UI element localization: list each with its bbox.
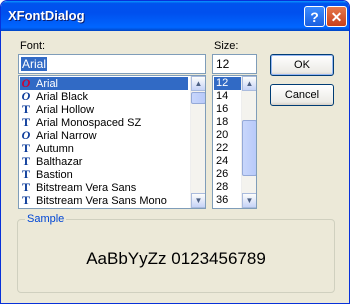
- font-list-item-label: Arial: [36, 78, 59, 90]
- size-input[interactable]: 12: [212, 54, 257, 74]
- cancel-button[interactable]: Cancel: [270, 84, 334, 106]
- scroll-up-icon[interactable]: ▲: [242, 76, 256, 91]
- truetype-icon: T: [21, 167, 30, 181]
- ok-button[interactable]: OK: [270, 54, 334, 76]
- scroll-thumb[interactable]: [191, 92, 205, 104]
- font-list-item[interactable]: O Arial Black: [20, 89, 188, 104]
- size-list-item[interactable]: 22: [214, 142, 242, 155]
- font-list-item-label: Bitstream Vera Sans: [36, 182, 137, 194]
- window-title: XFontDialog: [8, 8, 85, 23]
- font-list-item[interactable]: O Arial: [20, 77, 188, 90]
- size-list-item[interactable]: 26: [214, 168, 242, 181]
- size-label: Size:: [214, 40, 239, 52]
- font-list-item[interactable]: T Bitstream Vera Sans: [20, 180, 188, 195]
- size-list-item[interactable]: 14: [214, 90, 242, 103]
- truetype-icon: T: [21, 115, 30, 129]
- font-list-scrollbar[interactable]: ▲ ▼: [190, 76, 205, 208]
- close-button[interactable]: ✕: [326, 6, 347, 27]
- font-label: Font:: [20, 40, 46, 52]
- scroll-down-icon[interactable]: ▼: [242, 193, 256, 208]
- font-list-item-label: Bastion: [36, 169, 73, 181]
- opentype-icon: O: [21, 128, 31, 142]
- size-list-item[interactable]: 20: [214, 129, 242, 142]
- font-list-item[interactable]: T Balthazar: [20, 154, 188, 169]
- font-list-item-label: Arial Black: [36, 91, 88, 103]
- font-input[interactable]: Arial: [18, 54, 206, 74]
- font-input-value: Arial: [21, 57, 48, 71]
- font-list[interactable]: T Bitstream Vera Sans Mono T Bitstream Vera…: [18, 75, 206, 209]
- sample-text: AaBbYyZz 0123456789: [86, 249, 266, 268]
- font-list-item[interactable]: T Bitstream Vera Sans Mono: [20, 193, 188, 208]
- close-icon: ✕: [330, 9, 343, 25]
- size-list[interactable]: 36 28 26 24 22 20 18 16 14 12 ▲ ▼: [212, 75, 257, 209]
- font-list-item[interactable]: T Bastion: [20, 167, 188, 182]
- font-list-item-label: Autumn: [36, 143, 74, 155]
- size-list-item[interactable]: 24: [214, 155, 242, 168]
- size-list-item[interactable]: 12: [214, 77, 242, 90]
- truetype-icon: T: [21, 102, 30, 116]
- font-list-item-label: Bitstream Vera Sans Mono: [36, 195, 167, 207]
- font-list-item[interactable]: T Autumn: [20, 141, 188, 156]
- scroll-up-icon[interactable]: ▲: [191, 76, 205, 91]
- size-input-value: 12: [216, 57, 230, 71]
- titlebar[interactable]: XFontDialog ? ✕: [1, 1, 349, 31]
- font-list-item[interactable]: O Arial Narrow: [20, 128, 188, 143]
- font-list-item-label: Balthazar: [36, 156, 83, 168]
- font-list-item-label: Arial Monospaced SZ: [36, 117, 142, 129]
- truetype-icon: T: [21, 193, 30, 207]
- size-list-scrollbar[interactable]: ▲ ▼: [241, 76, 256, 208]
- font-list-item-label: Arial Hollow: [36, 104, 95, 116]
- scroll-down-icon[interactable]: ▼: [191, 193, 205, 208]
- help-icon: ?: [310, 9, 319, 25]
- font-list-item[interactable]: T Arial Hollow: [20, 102, 188, 117]
- size-list-item[interactable]: 36: [214, 194, 242, 207]
- opentype-icon: O: [21, 76, 31, 90]
- scroll-thumb[interactable]: [242, 120, 256, 176]
- size-list-item[interactable]: 16: [214, 103, 242, 116]
- size-list-item[interactable]: 18: [214, 116, 242, 129]
- size-list-item[interactable]: 28: [214, 181, 242, 194]
- font-dialog-window: XFontDialog ? ✕ Font: Size: Arial 12 T Bi…: [0, 0, 350, 304]
- sample-label: Sample: [25, 213, 67, 225]
- font-list-item-label: Arial Narrow: [36, 130, 97, 142]
- truetype-icon: T: [21, 180, 30, 194]
- font-list-item[interactable]: T Arial Monospaced SZ: [20, 115, 188, 130]
- truetype-icon: T: [21, 154, 30, 168]
- truetype-icon: T: [21, 141, 30, 155]
- help-button[interactable]: ?: [304, 6, 325, 27]
- opentype-icon: O: [21, 89, 31, 103]
